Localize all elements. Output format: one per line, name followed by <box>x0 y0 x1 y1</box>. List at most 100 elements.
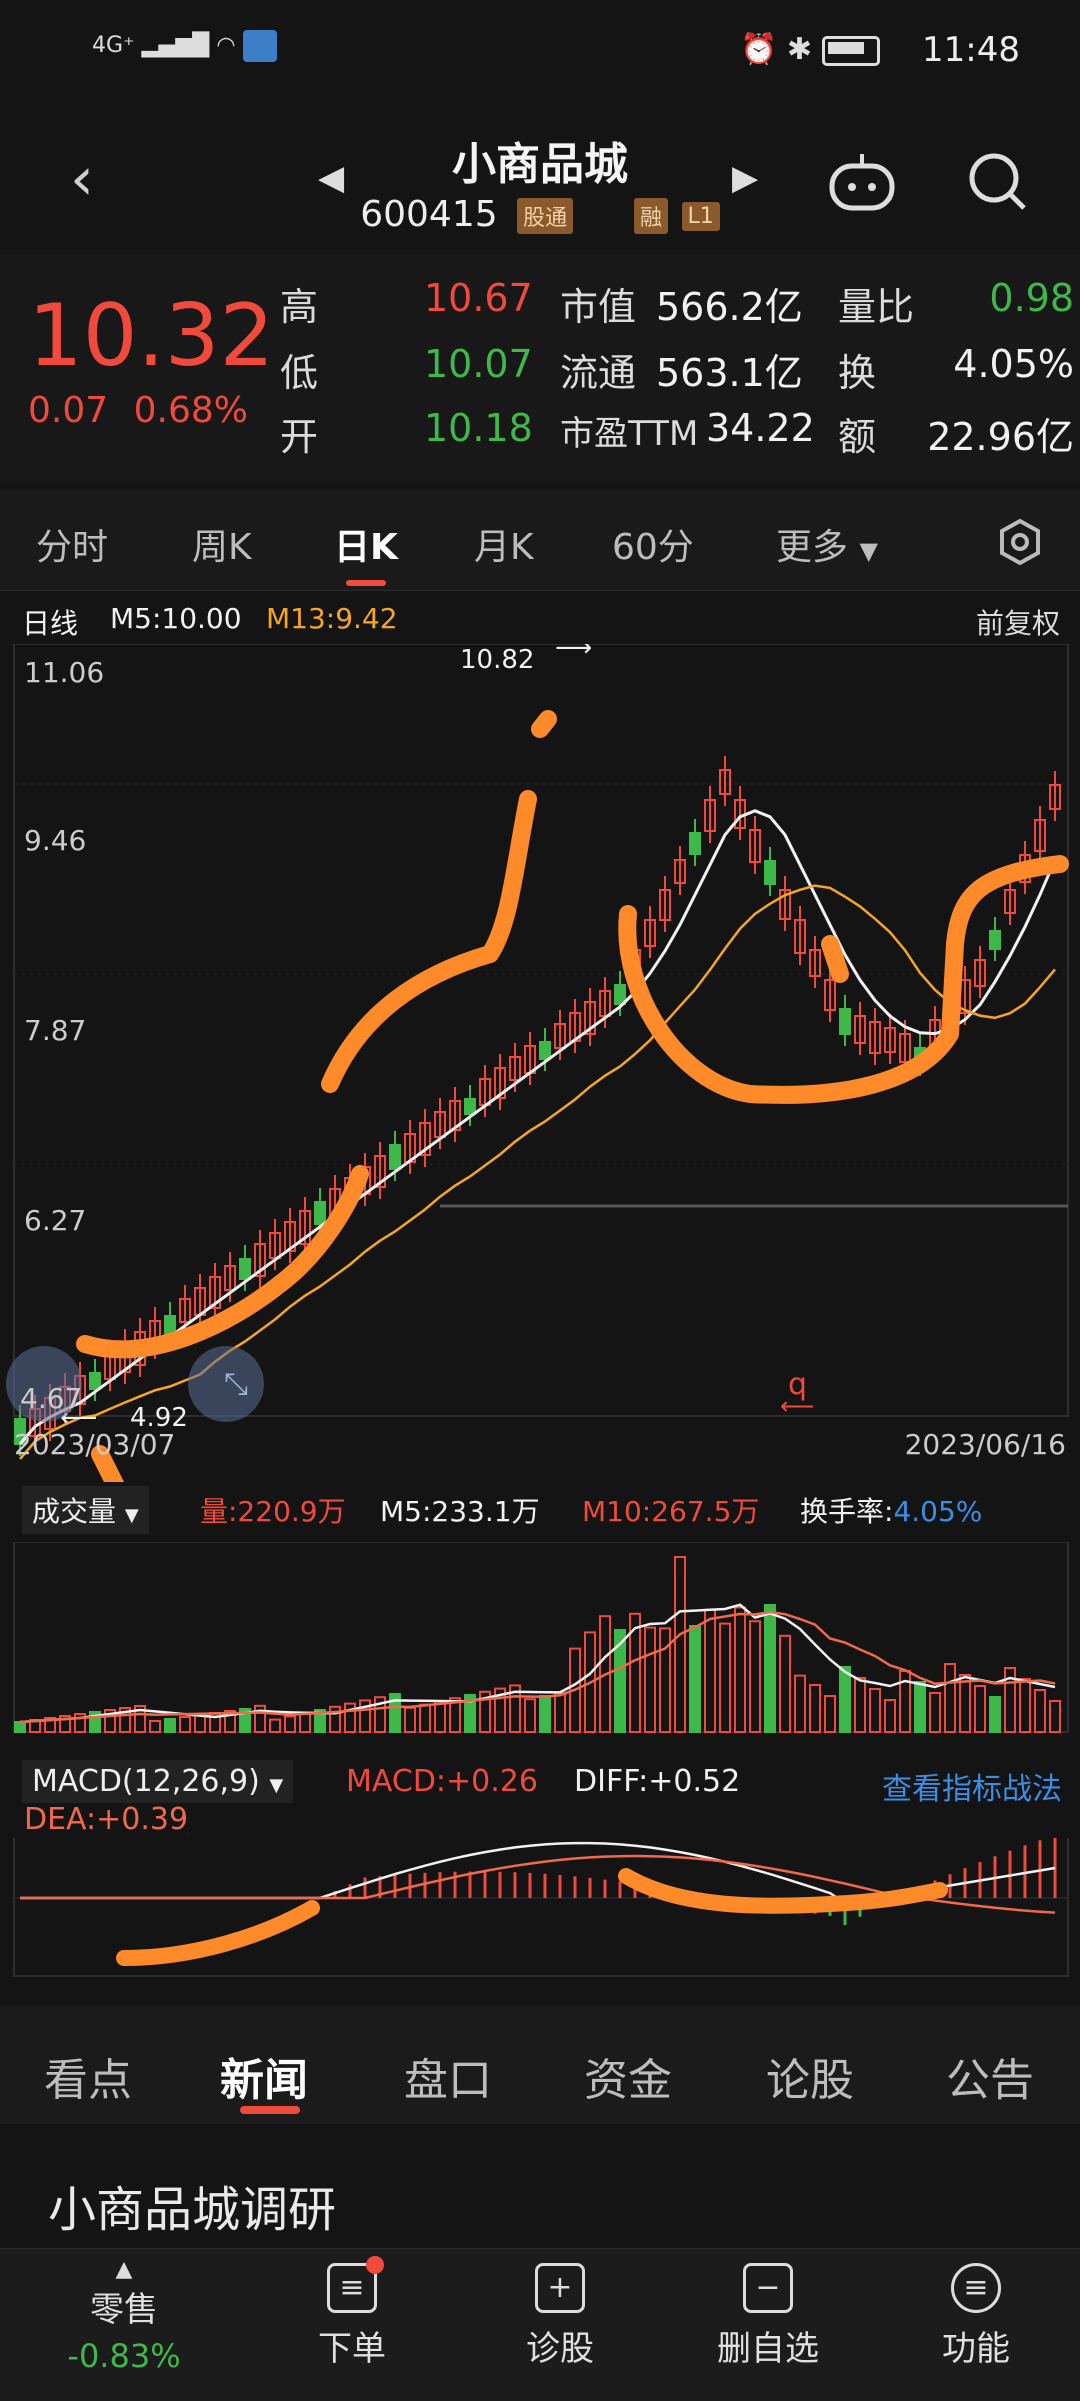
tab-announcements[interactable]: 公告 <box>946 2044 1034 2108</box>
period-tabs: 分时 周K 日K 月K 60分 更多 ▼ <box>0 490 1080 591</box>
nav-functions-label: 功能 <box>942 2329 1010 2369</box>
network-type: 4G⁺ <box>92 33 135 58</box>
nav-remove-watchlist-label: 删自选 <box>717 2329 819 2369</box>
date-end: 2023/06/16 <box>904 1428 1066 1461</box>
tab-more[interactable]: 更多 ▼ <box>776 518 878 570</box>
tab-monthly-k[interactable]: 月K <box>474 518 534 570</box>
open-value: 10.18 <box>424 406 533 450</box>
tab-order-book[interactable]: 盘口 <box>404 2044 492 2108</box>
volume-value: 量:220.9万 <box>200 1495 346 1528</box>
volume-bar <box>884 1699 896 1733</box>
dea-value: DEA:+0.39 <box>24 1802 189 1837</box>
kline-label: 日线 <box>22 607 79 640</box>
tab-highlights[interactable]: 看点 <box>44 2044 132 2108</box>
volume-bar <box>959 1674 971 1733</box>
volume-bar <box>929 1692 941 1733</box>
volume-bar <box>794 1674 806 1734</box>
index-ticker[interactable]: ▲ 零售 -0.83% <box>44 2257 204 2375</box>
quote-panel: 10.32 0.07 0.68% 高 10.67 低 10.07 开 10.18… <box>0 250 1080 482</box>
candle-body <box>839 1008 851 1035</box>
high-value: 10.67 <box>424 276 533 320</box>
tab-timeshare[interactable]: 分时 <box>36 518 108 570</box>
candle-body <box>164 1315 176 1335</box>
y-label-top: 11.06 <box>24 656 105 689</box>
volume-indicator-selector[interactable]: 成交量 ▼ <box>22 1486 149 1534</box>
volume-bar <box>539 1695 551 1733</box>
nav-diagnose[interactable]: + 诊股 <box>480 2263 640 2370</box>
tab-daily-k[interactable]: 日K <box>334 518 398 570</box>
macd-indicator-selector[interactable]: MACD(12,26,9) ▼ <box>22 1760 294 1803</box>
status-icons: ⏰ ✱ <box>740 32 880 67</box>
stock-code-row: 600415 股通 融 L1 <box>0 194 1080 235</box>
volume-panel[interactable]: 成交量 ▼ 量:220.9万 M5:233.1万 M10:267.5万 换手率:… <box>0 1482 1080 1742</box>
stock-code: 600415 <box>360 194 498 235</box>
candle-body <box>614 984 626 1005</box>
volume-bar <box>749 1620 761 1733</box>
macd-svg <box>13 1838 1069 1977</box>
search-icon[interactable] <box>964 148 1030 218</box>
ma5-value: M5:10.00 <box>110 602 242 635</box>
settings-hex-icon[interactable] <box>996 518 1044 570</box>
index-change: -0.83% <box>67 2337 181 2375</box>
turnover-rate-value: 4.05% <box>893 1495 983 1528</box>
volume-bar <box>1019 1678 1031 1733</box>
expand-arrow-glyph: ⤡ <box>224 1367 248 1402</box>
candle-body <box>314 1201 326 1225</box>
adjust-mode[interactable]: 前复权 <box>976 602 1060 642</box>
tab-capital-flow[interactable]: 资金 <box>584 2044 672 2108</box>
date-start: 2023/03/07 <box>14 1428 176 1461</box>
chevron-down-icon: ▼ <box>269 1775 284 1796</box>
nav-order[interactable]: ≡ 下单 <box>272 2256 432 2370</box>
candle-body <box>689 832 701 855</box>
diff-value: DIFF:+0.52 <box>574 1764 741 1799</box>
candle-body <box>989 930 1001 950</box>
macd-panel[interactable]: MACD(12,26,9) ▼ MACD:+0.26 DIFF:+0.52 查看… <box>0 1748 1080 1978</box>
network-indicator: 4G⁺ ▂▄▆█ ◠ <box>92 30 277 62</box>
high-label: 高 <box>280 285 319 329</box>
pe-value: 34.22 <box>706 406 815 450</box>
tab-weekly-k[interactable]: 周K <box>192 518 252 570</box>
volume-bar <box>404 1706 416 1734</box>
tab-60min[interactable]: 60分 <box>612 518 694 570</box>
indicator-strategy-link[interactable]: 查看指标战法 <box>882 1764 1062 1808</box>
tab-news[interactable]: 新闻 <box>220 2044 308 2108</box>
nav-diagnose-label: 诊股 <box>526 2329 594 2369</box>
volume-m5: M5:233.1万 <box>380 1495 540 1528</box>
y-label-4: 6.27 <box>24 1204 87 1237</box>
volume-bar <box>854 1677 866 1733</box>
candle-body <box>389 1144 401 1170</box>
volume-bar <box>524 1698 536 1733</box>
volume-bar <box>734 1606 746 1733</box>
volume-bar <box>434 1700 446 1733</box>
bottom-nav: ▲ 零售 -0.83% ≡ 下单 + 诊股 − 删自选 ≡ 功能 <box>0 2248 1080 2401</box>
nav-remove-watchlist[interactable]: − 删自选 <box>688 2263 848 2370</box>
news-headline[interactable]: 小商品城调研 <box>48 2170 336 2240</box>
candle-body <box>89 1372 101 1390</box>
alarm-icon: ⏰ <box>740 32 778 67</box>
expand-up-icon: ▲ <box>115 2257 133 2282</box>
chevron-down-icon: ▼ <box>859 537 878 565</box>
tag-hk-connect: 股通 <box>517 198 574 234</box>
tag-margin: 融 <box>634 198 669 234</box>
news-tabs: 看点 新闻 盘口 资金 论股 公告 <box>0 2006 1080 2124</box>
signal-icon: ▂▄▆█ <box>141 33 210 58</box>
tab-discussion[interactable]: 论股 <box>766 2044 854 2108</box>
kline-chart[interactable]: 日线 M5:10.00 M13:9.42 前复权 10.82 ⟶ 4.92 ⟵ … <box>0 592 1080 1482</box>
volume-bar <box>299 1712 311 1733</box>
float-cap-label: 流通 <box>560 351 637 395</box>
high-marker: 10.82 <box>460 645 534 675</box>
high-arrow-icon: ⟶ <box>555 644 592 663</box>
robot-assistant-icon[interactable] <box>826 150 898 218</box>
active-tab-indicator <box>346 580 386 586</box>
nav-functions[interactable]: ≡ 功能 <box>896 2263 1056 2370</box>
volume-bar <box>779 1634 791 1733</box>
candle-body <box>464 1098 476 1115</box>
volume-bar <box>644 1626 656 1733</box>
candle-body <box>239 1258 251 1280</box>
tab-more-label: 更多 <box>776 527 849 568</box>
news-tab-indicator <box>240 2106 300 2114</box>
volume-ratio-value: 0.98 <box>989 276 1074 320</box>
volume-bar <box>719 1622 731 1733</box>
turnover-rate-label: 换手率: <box>800 1495 894 1528</box>
tag-level: L1 <box>681 201 720 231</box>
